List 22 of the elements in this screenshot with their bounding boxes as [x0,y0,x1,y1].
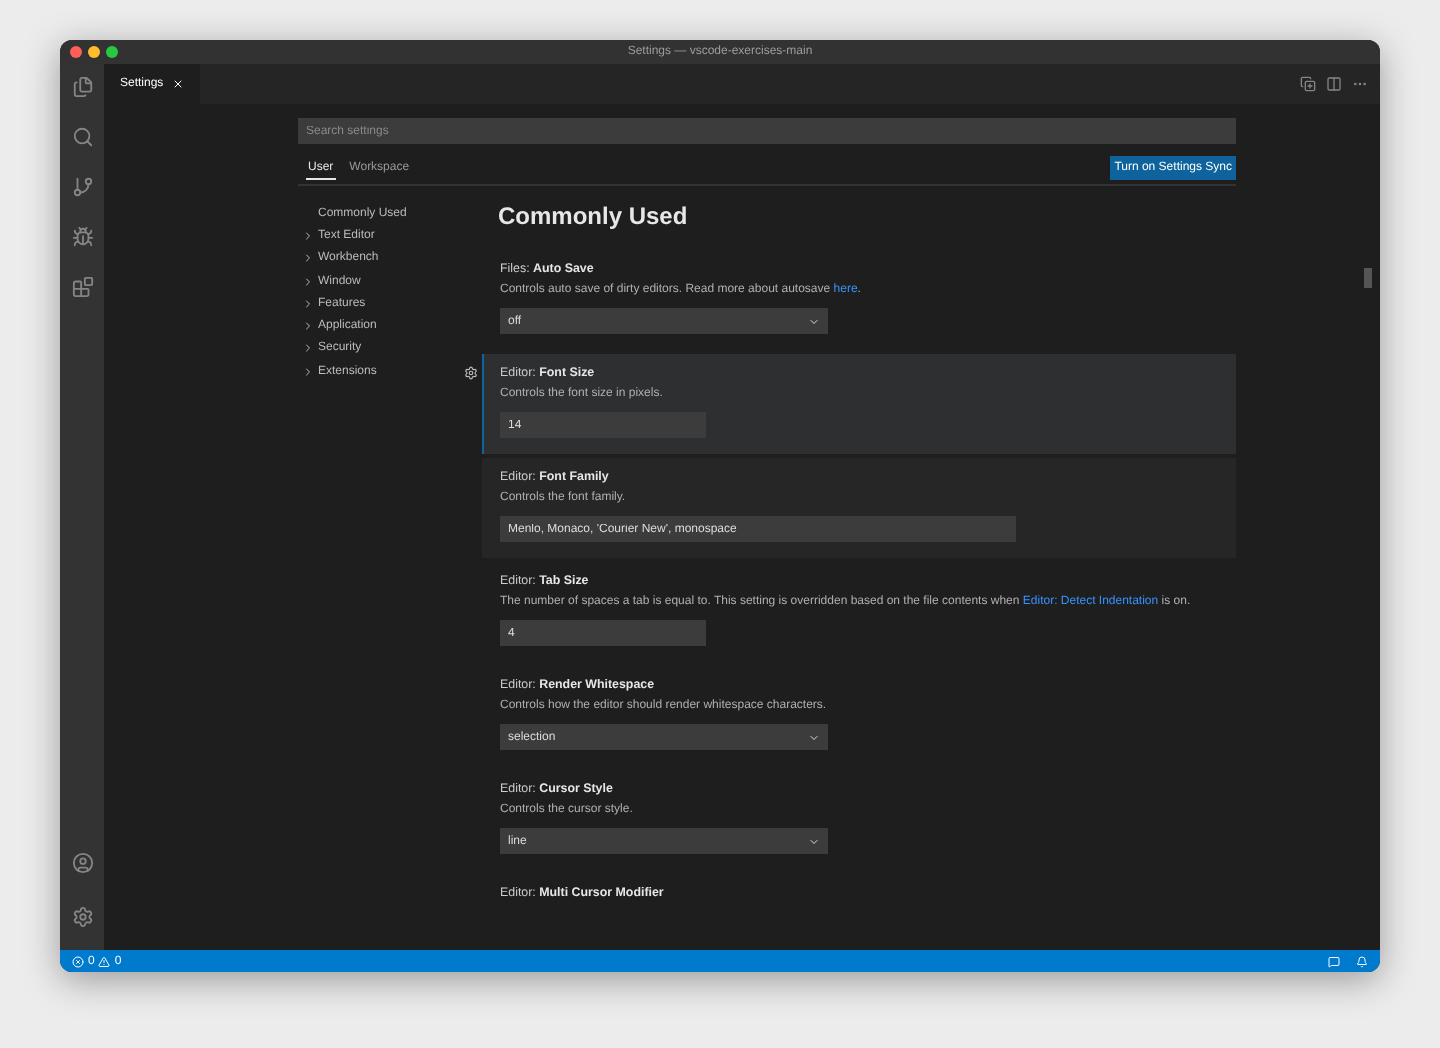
scrollbar-thumb[interactable] [1364,268,1372,288]
extensions-icon[interactable] [71,276,93,298]
chevron-down-icon [808,835,820,847]
close-icon[interactable] [171,78,184,90]
chevron-down-icon [808,315,820,327]
search-icon[interactable] [71,126,93,148]
section-title: Commonly Used [496,200,690,234]
source-control-icon[interactable] [71,176,93,198]
copy-icon[interactable] [1300,76,1316,92]
chevron-down-icon [808,731,820,743]
error-icon[interactable] [72,955,84,967]
files-icon[interactable] [71,76,93,98]
warning-icon[interactable] [98,955,111,967]
feedback-icon[interactable] [1328,955,1340,967]
bug-icon[interactable] [71,226,93,248]
settings-icon[interactable] [464,366,478,380]
zoom-dot[interactable] [106,46,118,58]
split-editor-icon[interactable] [1326,76,1342,92]
close-dot[interactable] [70,46,82,58]
bell-icon[interactable] [1356,955,1368,967]
account-icon[interactable] [71,852,93,874]
minimize-dot[interactable] [88,46,100,58]
